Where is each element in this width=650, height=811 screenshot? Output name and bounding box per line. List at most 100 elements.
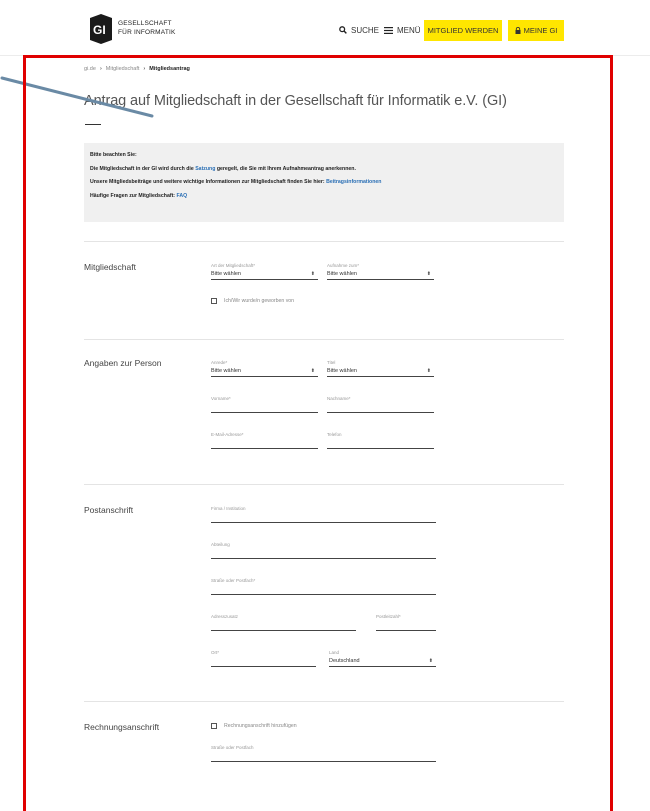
field-underline (211, 522, 436, 523)
checkbox-label: Rechnungsanschrift hinzufügen (224, 723, 297, 729)
field-underline (211, 630, 356, 631)
field-underline (211, 448, 318, 449)
field-underline (211, 412, 318, 413)
logo-line2: FÜR INFORMATIK (118, 29, 176, 36)
section-divider (84, 241, 564, 242)
nachname-input[interactable]: Nachname* (327, 396, 434, 413)
info-text: Unsere Mitgliedsbeiträge und weitere wic… (90, 179, 327, 185)
faq-link[interactable]: FAQ (176, 193, 187, 199)
info-text: Häufige Fragen zur Mitgliedschaft: (90, 192, 177, 199)
gi-logo[interactable]: GI GESELLSCHAFT FÜR INFORMATIK (88, 14, 198, 44)
input-value (211, 548, 436, 558)
adresszusatz-input[interactable]: Adresszusatz (211, 614, 356, 631)
select-arrows-icon: ⬍ (428, 658, 433, 664)
breadcrumb-separator: › (99, 66, 102, 72)
input-value (376, 620, 436, 630)
input-value (211, 751, 436, 761)
input-value (211, 512, 436, 522)
breadcrumb: gi.de › Mitgliedschaft › Mitgliedsantrag (84, 66, 190, 72)
select-value: Bitte wählen (327, 368, 357, 374)
field-underline (211, 761, 436, 762)
field-label (211, 781, 356, 787)
titel-select[interactable]: Titel Bitte wählen ⬍ (327, 360, 434, 377)
info-text: Die Mitgliedschaft in der GI wird durch … (90, 165, 196, 172)
anrede-select[interactable]: Anrede* Bitte wählen ⬍ (211, 360, 318, 377)
input-value (211, 584, 436, 594)
field-underline (327, 376, 434, 377)
info-heading: Bitte beachten Sie: (90, 152, 137, 158)
field-underline (211, 666, 316, 667)
breadcrumb-section[interactable]: Mitgliedschaft (106, 66, 140, 72)
input-value (327, 438, 434, 448)
postleitzahl-input[interactable]: Postleitzahl* (376, 614, 436, 631)
strasse-input[interactable]: Straße oder Postfach* (211, 578, 436, 595)
section-title-postal: Postanschrift (84, 505, 134, 515)
field-underline (211, 594, 436, 595)
lock-icon (515, 27, 521, 34)
logo-line1: GESELLSCHAFT (118, 20, 172, 27)
input-value (211, 656, 316, 666)
info-box: Bitte beachten Sie: Die Mitgliedschaft i… (84, 143, 564, 222)
rechnungsanschrift-checkbox-row[interactable]: Rechnungsanschrift hinzufügen (211, 723, 297, 729)
select-arrows-icon: ⬍ (426, 368, 431, 374)
info-line-beitrag: Unsere Mitgliedsbeiträge und weitere wic… (90, 179, 558, 185)
geworben-checkbox-row[interactable]: Ich/Wir wurde/n geworben von (211, 298, 294, 304)
field-underline (211, 558, 436, 559)
mitglied-werden-button[interactable]: MITGLIED WERDEN (424, 20, 502, 41)
menu-link[interactable]: MENÜ (384, 20, 421, 40)
email-input[interactable]: E-Mail-Adresse* (211, 432, 318, 449)
search-link[interactable]: SUCHE (339, 20, 379, 40)
search-label: SUCHE (351, 25, 380, 35)
gi-logo-icon: GI (90, 14, 112, 44)
abteilung-input[interactable]: Abteilung (211, 542, 436, 559)
title-underline (85, 124, 101, 125)
field-underline (327, 412, 434, 413)
breadcrumb-separator: › (143, 66, 146, 72)
billing-plz-input[interactable] (376, 781, 436, 787)
billing-adresszusatz-input[interactable] (211, 781, 356, 787)
select-arrows-icon: ⬍ (426, 271, 431, 277)
firma-input[interactable]: Firma / Institution (211, 506, 436, 523)
land-select[interactable]: Land Deutschland ⬍ (329, 650, 436, 667)
section-divider (84, 484, 564, 485)
input-value (211, 402, 318, 412)
geworben-checkbox[interactable] (211, 298, 217, 304)
meine-gi-button[interactable]: MEINE GI (508, 20, 564, 41)
beitragsinformationen-link[interactable]: Beitragsinformationen (326, 179, 381, 185)
site-header: GI GESELLSCHAFT FÜR INFORMATIK SUCHE MEN… (0, 0, 650, 56)
section-title-billing: Rechnungsanschrift (84, 722, 160, 732)
aufnahme-zum-select[interactable]: Aufnahme zum* Bitte wählen ⬍ (327, 263, 434, 280)
select-arrows-icon: ⬍ (310, 271, 315, 277)
checkbox-label: Ich/Wir wurde/n geworben von (224, 298, 295, 304)
field-underline (376, 630, 436, 631)
svg-text:GI: GI (93, 23, 106, 37)
select-value: Deutschland (329, 658, 360, 664)
art-der-mitgliedschaft-select[interactable]: Art der Mitgliedschaft* Bitte wählen ⬍ (211, 263, 318, 280)
info-line-satzung: Die Mitgliedschaft in der GI wird durch … (90, 166, 558, 172)
section-title-person: Angaben zur Person (84, 358, 162, 368)
field-underline (211, 279, 318, 280)
telefon-input[interactable]: Telefon (327, 432, 434, 449)
field-underline (327, 448, 434, 449)
select-value: Bitte wählen (327, 271, 357, 277)
select-arrows-icon: ⬍ (310, 368, 315, 374)
section-title-membership: Mitgliedschaft (84, 262, 136, 272)
select-value: Bitte wählen (211, 368, 241, 374)
breadcrumb-current: Mitgliedsantrag (149, 66, 190, 72)
ort-input[interactable]: Ort* (211, 650, 316, 667)
field-underline (329, 666, 436, 667)
select-value: Bitte wählen (211, 271, 241, 277)
satzung-link[interactable]: Satzung (195, 166, 215, 172)
logo-wordmark: GESELLSCHAFT FÜR INFORMATIK (118, 19, 176, 37)
billing-strasse-input[interactable]: Straße oder Postfach (211, 745, 436, 762)
rechnungsanschrift-checkbox[interactable] (211, 723, 217, 729)
hamburger-icon (384, 26, 393, 34)
breadcrumb-home[interactable]: gi.de (84, 66, 96, 72)
field-label (376, 781, 436, 787)
section-divider (84, 701, 564, 702)
vorname-input[interactable]: Vorname* (211, 396, 318, 413)
search-icon (339, 26, 347, 34)
input-value (327, 402, 434, 412)
field-underline (327, 279, 434, 280)
info-line-faq: Häufige Fragen zur Mitgliedschaft: FAQ (90, 193, 558, 199)
